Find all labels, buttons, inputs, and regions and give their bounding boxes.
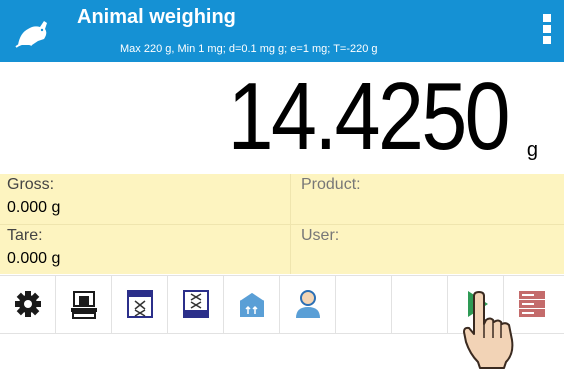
gross-field[interactable]: Gross: 0.000 g [0, 174, 282, 224]
tare-label: Tare: [7, 227, 43, 244]
info-panel: Gross: 0.000 g Product: Tare: 0.000 g Us… [0, 174, 564, 274]
mode-title: Animal weighing [77, 6, 236, 28]
scale-icon [71, 291, 97, 319]
gear-icon [15, 291, 41, 317]
scale-button[interactable] [56, 276, 112, 333]
pointing-hand-icon [463, 291, 514, 369]
empty-button[interactable] [392, 276, 448, 333]
product-label: Product: [301, 176, 361, 193]
weight-display: 14.4250 g [0, 62, 564, 175]
gross-value: 0.000 g [7, 199, 61, 216]
package-tare-icon [239, 291, 265, 317]
settings-button[interactable] [0, 276, 56, 333]
package-tare-button[interactable] [224, 276, 280, 333]
weight-value: 14.4250 [227, 63, 511, 170]
product-field[interactable]: Product: [290, 174, 564, 224]
kebab-menu-icon[interactable] [540, 14, 554, 50]
empty-button[interactable] [336, 276, 392, 333]
divider [0, 224, 564, 225]
gross-label: Gross: [7, 176, 55, 193]
rat-icon[interactable] [14, 11, 50, 51]
user-icon [296, 290, 320, 318]
metrology-info: Max 220 g, Min 1 mg; d=0.1 mg g; e=1 mg;… [120, 43, 378, 55]
header-bar: Animal weighing Max 220 g, Min 1 mg; d=0… [0, 0, 564, 62]
x-box-icon [127, 290, 153, 318]
user-label: User: [301, 227, 340, 244]
user-field[interactable]: User: [290, 225, 564, 275]
weight-unit: g [526, 139, 538, 161]
x-box-double-icon [183, 290, 209, 318]
x-box-button[interactable] [112, 276, 168, 333]
tare-field[interactable]: Tare: 0.000 g [0, 225, 282, 275]
tare-value: 0.000 g [7, 250, 61, 267]
database-icon [519, 291, 545, 317]
x-box-double-button[interactable] [168, 276, 224, 333]
user-button[interactable] [280, 276, 336, 333]
